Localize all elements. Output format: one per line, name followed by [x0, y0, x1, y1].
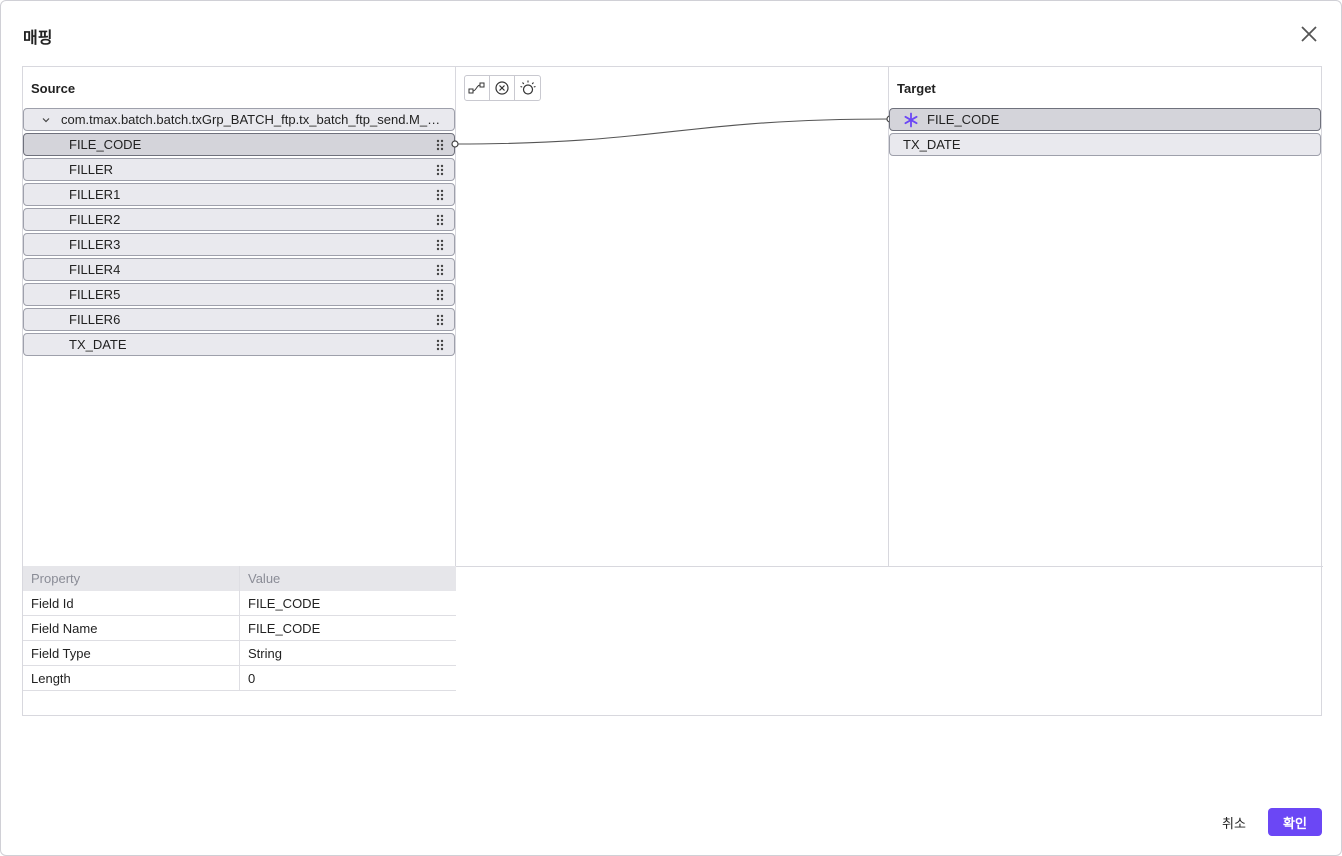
property-table-header: Property Value	[23, 566, 456, 591]
property-name: Field Id	[23, 591, 240, 615]
dialog-title: 매핑	[23, 30, 53, 47]
source-field-row[interactable]: FILLER6	[23, 308, 455, 331]
drag-handle-icon[interactable]	[436, 189, 444, 201]
table-row[interactable]: Field Id FILE_CODE	[23, 591, 456, 616]
highlight-button[interactable]	[515, 76, 540, 100]
highlight-icon	[519, 80, 536, 95]
tree-node-label: com.tmax.batch.batch.txGrp_BATCH_ftp.tx_…	[61, 112, 446, 127]
header-value: Value	[248, 571, 281, 586]
target-panel: Target FILE_CODE TX_DATE	[889, 67, 1323, 566]
source-field-label: FILLER6	[69, 312, 121, 327]
target-field-row[interactable]: TX_DATE	[889, 133, 1321, 156]
chevron-down-icon[interactable]	[40, 114, 52, 126]
required-star-icon	[904, 112, 918, 128]
source-field-row[interactable]: FILLER2	[23, 208, 455, 231]
auto-map-icon	[468, 82, 485, 94]
mapping-dialog: 매핑 Source com.tmax.batch.batch.txGrp_BAT…	[0, 0, 1342, 856]
drag-handle-icon[interactable]	[436, 239, 444, 251]
source-field-row[interactable]: FILLER4	[23, 258, 455, 281]
source-field-row[interactable]: FILE_CODE	[23, 133, 455, 156]
mapping-editor: Source com.tmax.batch.batch.txGrp_BATCH_…	[22, 66, 1323, 716]
close-icon	[1301, 26, 1317, 42]
source-field-label: FILLER2	[69, 212, 121, 227]
mapping-toolbar	[464, 75, 541, 101]
source-panel: Source com.tmax.batch.batch.txGrp_BATCH_…	[23, 67, 456, 566]
source-field-label: FILLER5	[69, 287, 121, 302]
drag-handle-icon[interactable]	[436, 139, 444, 151]
target-field-label: FILE_CODE	[927, 112, 1000, 127]
source-field-label: FILLER4	[69, 262, 121, 277]
drag-handle-icon[interactable]	[436, 314, 444, 326]
source-field-label: FILLER3	[69, 237, 121, 252]
clear-mapping-icon	[495, 81, 509, 95]
table-row[interactable]: Field Name FILE_CODE	[23, 616, 456, 641]
auto-map-button[interactable]	[465, 76, 490, 100]
property-value: FILE_CODE	[248, 620, 321, 636]
mapping-canvas[interactable]	[456, 67, 889, 566]
property-table: Property Value Field Id FILE_CODE Field …	[23, 566, 456, 691]
drag-handle-icon[interactable]	[436, 339, 444, 351]
close-button[interactable]	[1298, 23, 1320, 45]
property-name: Length	[23, 666, 240, 690]
source-field-row[interactable]: FILLER	[23, 158, 455, 181]
target-field-label: TX_DATE	[903, 137, 961, 152]
property-name: Field Type	[23, 641, 240, 665]
target-field-row[interactable]: FILE_CODE	[889, 108, 1321, 131]
header-property: Property	[23, 566, 240, 591]
confirm-button[interactable]: 확인	[1268, 808, 1322, 836]
property-value: String	[248, 645, 282, 661]
drag-handle-icon[interactable]	[436, 164, 444, 176]
drag-handle-icon[interactable]	[436, 214, 444, 226]
source-field-label: FILLER	[69, 162, 114, 177]
drag-handle-icon[interactable]	[436, 264, 444, 276]
drag-handle-icon[interactable]	[436, 289, 444, 301]
source-field-row[interactable]: FILLER1	[23, 183, 455, 206]
property-value: FILE_CODE	[248, 595, 321, 611]
source-field-row[interactable]: TX_DATE	[23, 333, 455, 356]
source-field-label: TX_DATE	[69, 337, 127, 352]
cancel-button[interactable]: 취소	[1213, 809, 1255, 836]
table-row[interactable]: Length 0	[23, 666, 456, 691]
clear-mapping-button[interactable]	[490, 76, 515, 100]
property-name: Field Name	[23, 616, 240, 640]
source-field-label: FILLER1	[69, 187, 121, 202]
property-value: 0	[248, 670, 256, 686]
table-row[interactable]: Field Type String	[23, 641, 456, 666]
source-field-label: FILE_CODE	[69, 137, 142, 152]
source-title: Source	[31, 81, 76, 96]
source-field-row[interactable]: FILLER3	[23, 233, 455, 256]
source-tree-node[interactable]: com.tmax.batch.batch.txGrp_BATCH_ftp.tx_…	[23, 108, 455, 131]
target-title: Target	[897, 81, 936, 96]
source-field-row[interactable]: FILLER5	[23, 283, 455, 306]
